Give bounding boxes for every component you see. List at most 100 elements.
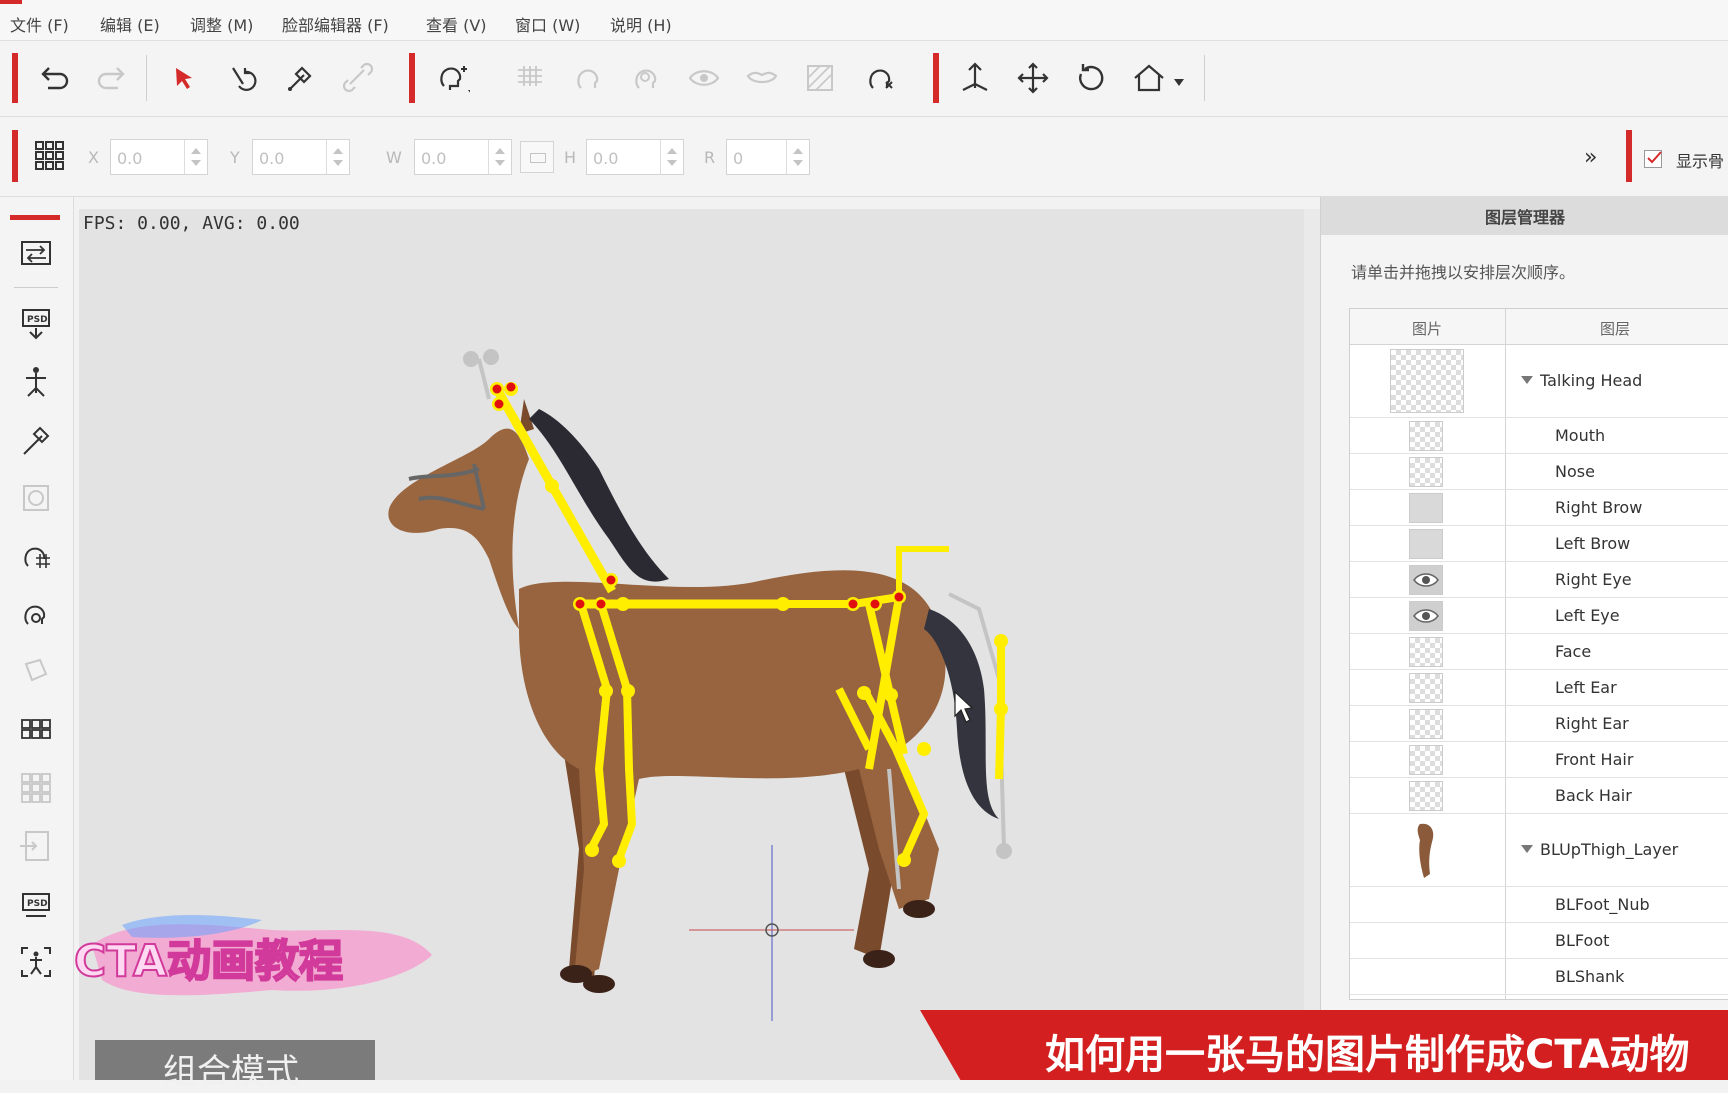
toolbar-overflow-button[interactable]: » xyxy=(1584,145,1597,170)
pivot-crosshair[interactable] xyxy=(689,845,854,1021)
layer-row[interactable]: BLFoot_Nub xyxy=(1350,887,1728,923)
head-delete-icon[interactable] xyxy=(860,58,900,98)
undo-icon[interactable] xyxy=(34,58,74,98)
eye-icon[interactable] xyxy=(684,58,724,98)
layout-grid-disabled-icon[interactable] xyxy=(16,768,56,808)
export-icon[interactable] xyxy=(16,826,56,866)
col-header-image: 图片 xyxy=(1412,320,1443,338)
rotate-bone-icon[interactable] xyxy=(222,58,262,98)
bone-structure-icon[interactable] xyxy=(16,362,56,402)
menu-face-editor[interactable]: 脸部编辑器 (F) xyxy=(282,12,389,36)
psd-export-icon[interactable]: PSD xyxy=(16,884,56,924)
cta-watermark: CTA动画教程 xyxy=(72,905,442,1005)
layer-row[interactable]: BLShank xyxy=(1350,959,1728,995)
w-field[interactable] xyxy=(414,139,512,176)
h-label: H xyxy=(564,148,577,167)
layer-table: 图片 图层 Talking Head Mouth Nose Right Brow… xyxy=(1349,308,1728,1000)
h-input[interactable] xyxy=(587,140,663,176)
menu-edit[interactable]: 编辑 (E) xyxy=(100,12,160,36)
x-stepper[interactable] xyxy=(184,140,207,174)
r-stepper[interactable] xyxy=(786,140,809,174)
redo-icon[interactable] xyxy=(92,58,132,98)
w-input[interactable] xyxy=(415,140,491,176)
r-input[interactable] xyxy=(727,140,793,176)
y-input[interactable] xyxy=(253,140,329,176)
mouth-icon[interactable] xyxy=(742,58,782,98)
toolbar-group-marker xyxy=(933,53,939,103)
head-outline-icon[interactable] xyxy=(568,58,608,98)
layer-name: Right Ear xyxy=(1555,714,1629,733)
select-arrow-icon[interactable] xyxy=(164,58,204,98)
texture-icon[interactable] xyxy=(16,478,56,518)
eye-thumb-icon xyxy=(1413,573,1439,587)
head-pin-icon[interactable] xyxy=(16,594,56,634)
aspect-lock-button[interactable] xyxy=(520,141,554,173)
h-field[interactable] xyxy=(586,139,684,176)
show-bone-checkbox[interactable] xyxy=(1644,150,1662,168)
layer-row[interactable]: Face xyxy=(1350,634,1728,670)
rotate-icon[interactable] xyxy=(1071,58,1111,98)
main-toolbar xyxy=(0,41,1728,117)
layer-row[interactable]: Mouth xyxy=(1350,418,1728,454)
home-icon[interactable] xyxy=(1129,58,1169,98)
sprite-swap-icon[interactable] xyxy=(16,652,56,692)
expand-caret-icon[interactable] xyxy=(1521,376,1533,384)
character-bone-icon[interactable] xyxy=(16,942,56,982)
show-bone-label: 显示骨 xyxy=(1676,152,1725,171)
viewport-scrollbar[interactable] xyxy=(1304,209,1320,1080)
head-locate-icon[interactable] xyxy=(626,58,666,98)
mesh-grid-icon[interactable] xyxy=(510,58,550,98)
psd-import-icon[interactable]: PSD xyxy=(16,304,56,344)
grid-toggle-icon[interactable] xyxy=(30,136,70,176)
bone-edit-icon[interactable] xyxy=(280,58,320,98)
layer-row[interactable]: Right Eye xyxy=(1350,562,1728,598)
home-dropdown-icon[interactable] xyxy=(1174,79,1184,86)
mode-indicator[interactable]: 组合模式 xyxy=(95,1040,375,1092)
layer-thumbnail xyxy=(1409,565,1443,595)
layer-row[interactable]: Left Eye xyxy=(1350,598,1728,634)
layer-manager-title: 图层管理器 xyxy=(1321,197,1728,235)
head-add-icon[interactable] xyxy=(432,58,472,98)
layer-row[interactable]: Right Brow xyxy=(1350,490,1728,526)
move-icon[interactable] xyxy=(1013,58,1053,98)
layer-row[interactable]: Left Ear xyxy=(1350,670,1728,706)
layer-row[interactable]: BLFoot xyxy=(1350,923,1728,959)
head-grid-icon[interactable] xyxy=(16,536,56,576)
menu-adjust[interactable]: 调整 (M) xyxy=(190,12,253,36)
layer-row[interactable]: Talking Head xyxy=(1350,345,1728,418)
leg-thumb-icon xyxy=(1417,823,1434,878)
x-input[interactable] xyxy=(111,140,187,176)
layer-row[interactable]: Nose xyxy=(1350,454,1728,490)
y-field[interactable] xyxy=(252,139,350,176)
texture-icon[interactable] xyxy=(800,58,840,98)
layer-row[interactable]: Back Hair xyxy=(1350,778,1728,814)
eye-thumb-icon xyxy=(1413,609,1439,623)
layer-name: BLUpThigh_Layer xyxy=(1540,840,1679,859)
layout-grid-icon[interactable] xyxy=(16,710,56,750)
menu-file[interactable]: 文件 (F) xyxy=(10,12,69,36)
menu-view[interactable]: 查看 (V) xyxy=(426,12,487,36)
expand-caret-icon[interactable] xyxy=(1521,845,1533,853)
layer-thumbnail xyxy=(1409,673,1443,703)
x-field[interactable] xyxy=(110,139,208,176)
w-stepper[interactable] xyxy=(488,140,511,174)
layer-row[interactable]: Front Hair xyxy=(1350,742,1728,778)
h-stepper[interactable] xyxy=(660,140,683,174)
layer-thumbnail xyxy=(1390,349,1464,413)
pen-tool-icon[interactable] xyxy=(16,420,56,460)
col-header-layer: 图层 xyxy=(1600,320,1631,338)
menu-help[interactable]: 说明 (H) xyxy=(610,12,672,36)
toolbar-group-marker xyxy=(409,53,415,103)
bone-up-icon[interactable] xyxy=(955,58,995,98)
toolbar-group-marker xyxy=(1626,130,1632,182)
y-stepper[interactable] xyxy=(326,140,349,174)
menu-window[interactable]: 窗口 (W) xyxy=(515,12,580,36)
swap-view-icon[interactable] xyxy=(16,234,56,274)
layer-row[interactable]: BLUpThigh_Layer xyxy=(1350,814,1728,887)
r-field[interactable] xyxy=(726,139,810,176)
layer-row[interactable]: Left Brow xyxy=(1350,526,1728,562)
layer-row[interactable]: Right Ear xyxy=(1350,706,1728,742)
layer-name: Right Eye xyxy=(1555,570,1632,589)
layer-name: BLFoot xyxy=(1555,931,1610,950)
link-icon[interactable] xyxy=(338,58,378,98)
